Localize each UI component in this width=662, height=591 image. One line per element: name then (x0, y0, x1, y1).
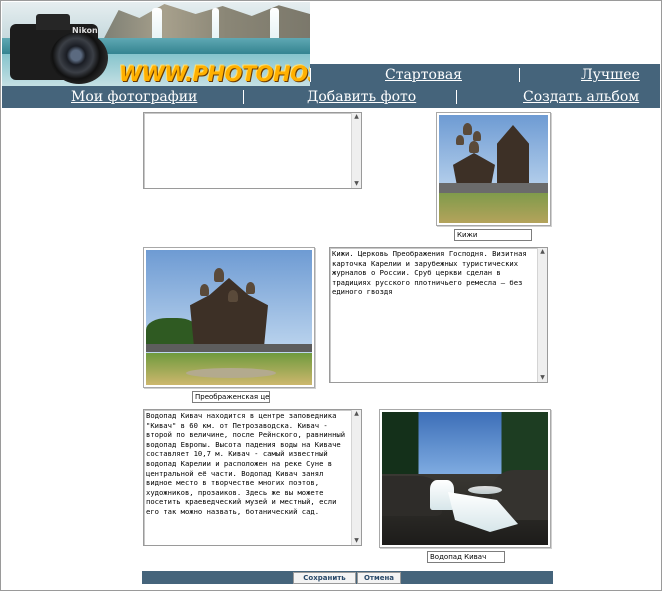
nav-link-my-photos[interactable]: Мои фотографии (71, 89, 197, 105)
photo-title-input-3[interactable]: Водопад Кивач (427, 551, 505, 563)
description-textarea-1[interactable]: ▲ ▼ (143, 112, 362, 189)
scroll-up-icon[interactable]: ▲ (352, 113, 361, 121)
scroll-down-icon[interactable]: ▼ (352, 180, 361, 188)
header-banner: Nikon WWW.PHOTOHOST.RU (2, 2, 310, 86)
save-button[interactable]: Сохранить (293, 572, 356, 584)
scroll-down-icon[interactable]: ▼ (538, 374, 547, 382)
scroll-down-icon[interactable]: ▼ (352, 537, 361, 545)
textarea-scrollbar[interactable]: ▲ ▼ (351, 113, 361, 188)
photo-thumbnail-3[interactable] (379, 409, 551, 548)
nav-link-start[interactable]: Стартовая (385, 67, 462, 83)
description-text-3: Водопад Кивач находится в центре заповед… (146, 411, 346, 516)
scroll-up-icon[interactable]: ▲ (538, 248, 547, 256)
textarea-scrollbar[interactable]: ▲ ▼ (537, 248, 547, 382)
nav-link-add-photo[interactable]: Добавить фото (307, 89, 416, 105)
form-actions-bar: Сохранить Отмена (142, 571, 553, 584)
nav-bar-top: Стартовая Лучшее (310, 64, 660, 86)
nav-link-create-album[interactable]: Создать альбом (523, 89, 639, 105)
photo-title-input-2[interactable]: Преображенская церк (192, 391, 270, 403)
textarea-scrollbar[interactable]: ▲ ▼ (351, 410, 361, 545)
photo-thumbnail-2[interactable] (143, 247, 315, 388)
camera-brand-label: Nikon (72, 26, 98, 35)
nav-bar-bottom: Мои фотографии Добавить фото Создать аль… (2, 86, 660, 108)
description-textarea-2[interactable]: Кижи. Церковь Преображения Господня. Виз… (329, 247, 548, 383)
photo-thumbnail-1[interactable] (436, 112, 551, 226)
scroll-up-icon[interactable]: ▲ (352, 410, 361, 418)
camera-logo-icon: Nikon (10, 12, 110, 84)
description-textarea-3[interactable]: Водопад Кивач находится в центре заповед… (143, 409, 362, 546)
cancel-button[interactable]: Отмена (357, 572, 401, 584)
nav-link-best[interactable]: Лучшее (581, 67, 640, 83)
site-logo-text: WWW.PHOTOHOST.RU (119, 62, 310, 86)
photo-title-input-1[interactable]: Кижи (454, 229, 532, 241)
description-text-2: Кижи. Церковь Преображения Господня. Виз… (332, 249, 527, 297)
